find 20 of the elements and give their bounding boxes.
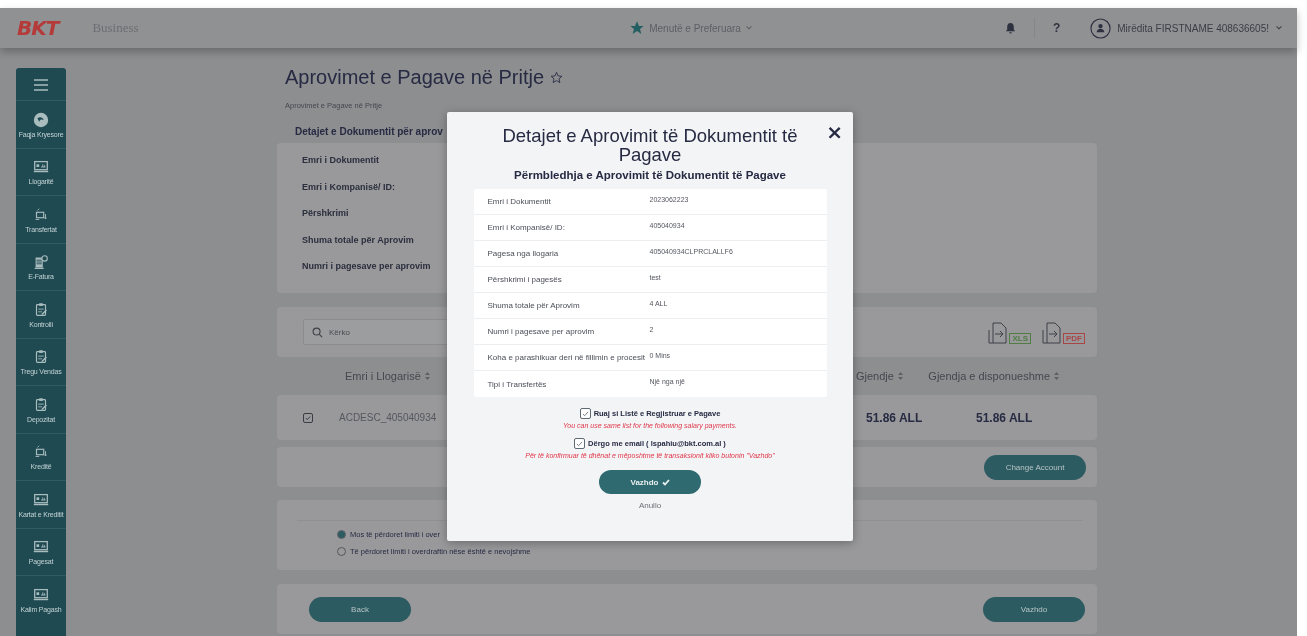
- field-label: Pagesa nga llogaria: [487, 248, 560, 259]
- field-label: Emri i Dokumentit: [302, 154, 379, 167]
- field-label: Emri i Kompanisë/ ID:: [487, 222, 566, 233]
- page-title: Aprovimet e Pagave në Pritje: [285, 65, 545, 89]
- dialog-subtitle: Përmbledhja e Aprovimit të Dokumentit të Pagave: [514, 169, 786, 181]
- account-name: ACDESC_405040934: [339, 412, 437, 423]
- section-title: Detajet e Dokumentit për aprov: [295, 126, 443, 137]
- field-label: Shuma totale për Aprovim: [302, 233, 414, 247]
- field-label: Tipi i Transfertës: [487, 378, 548, 390]
- field-label: Shuma totale për Aprovim: [487, 300, 581, 311]
- field-label: Emri i Dokumentit: [487, 196, 552, 207]
- balance: 51.86 ALL: [866, 410, 924, 425]
- field-label: Numri i pagesave per aprovim: [487, 326, 596, 337]
- field-label: Përshkrimi: [302, 207, 349, 220]
- field-label: Numri i pagesave per aprovim: [302, 260, 431, 273]
- dialog-title: Detajet e Aprovimit të Dokumentit të Pagave: [501, 126, 799, 164]
- field-label: Emri i Kompanisë/ ID:: [302, 180, 396, 194]
- field-label: Koha e parashikuar deri në fillimin e procesit: [487, 352, 646, 363]
- field-label: Përshkrimi i pagesës: [487, 274, 563, 285]
- available-balance: 51.86 ALL: [976, 410, 1034, 425]
